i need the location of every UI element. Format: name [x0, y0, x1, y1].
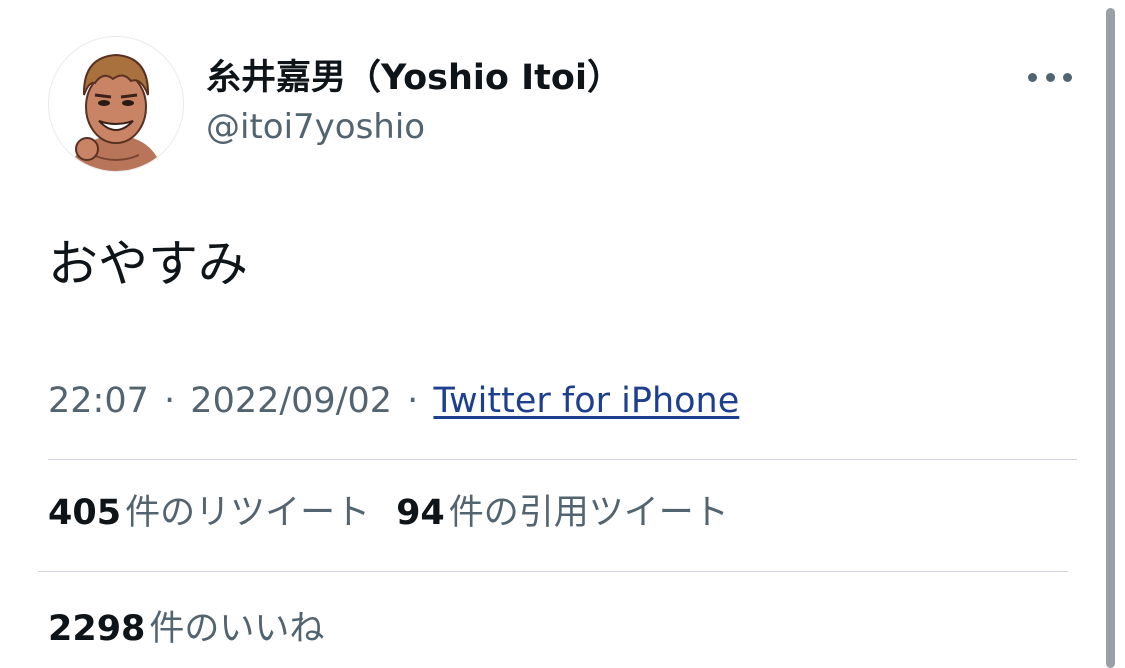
dot	[1045, 72, 1055, 82]
dot	[1028, 72, 1037, 82]
likes-stat[interactable]: 2298 件のいいね	[48, 606, 324, 652]
avatar-caricature-icon	[49, 37, 183, 171]
more-options-icon[interactable]	[1028, 62, 1072, 92]
avatar[interactable]	[48, 36, 184, 172]
quotes-label: 件の引用ツイート	[448, 493, 729, 533]
tweet-meta: 22:07 · 2022/09/02 · Twitter for iPhone	[48, 378, 739, 424]
likes-label: 件のいいね	[149, 609, 325, 649]
stats-row-likes: 2298 件のいいね	[48, 606, 350, 652]
scrollbar[interactable]	[1106, 8, 1115, 668]
tweet-text: おやすみ	[48, 235, 248, 293]
meta-separator: ·	[164, 381, 176, 421]
author-name[interactable]: 糸井嘉男（Yoshio Itoi）	[206, 56, 622, 100]
author-handle[interactable]: @itoi7yoshio	[206, 106, 425, 148]
quotes-count: 94	[396, 493, 445, 533]
tweet-source-link[interactable]: Twitter for iPhone	[433, 381, 739, 421]
tweet-date: 2022/09/02	[190, 381, 393, 421]
tweet-time: 22:07	[48, 381, 149, 421]
stats-row-retweets: 405 件のリツイート 94 件の引用ツイート	[48, 490, 755, 536]
dot	[1063, 72, 1072, 82]
meta-separator: ·	[407, 381, 419, 421]
retweets-count: 405	[48, 493, 122, 533]
quotes-stat[interactable]: 94 件の引用ツイート	[396, 490, 729, 536]
likes-count: 2298	[48, 609, 146, 649]
divider	[48, 459, 1077, 460]
retweets-label: 件のリツイート	[125, 493, 371, 533]
retweets-stat[interactable]: 405 件のリツイート	[48, 490, 370, 536]
divider	[38, 571, 1068, 572]
